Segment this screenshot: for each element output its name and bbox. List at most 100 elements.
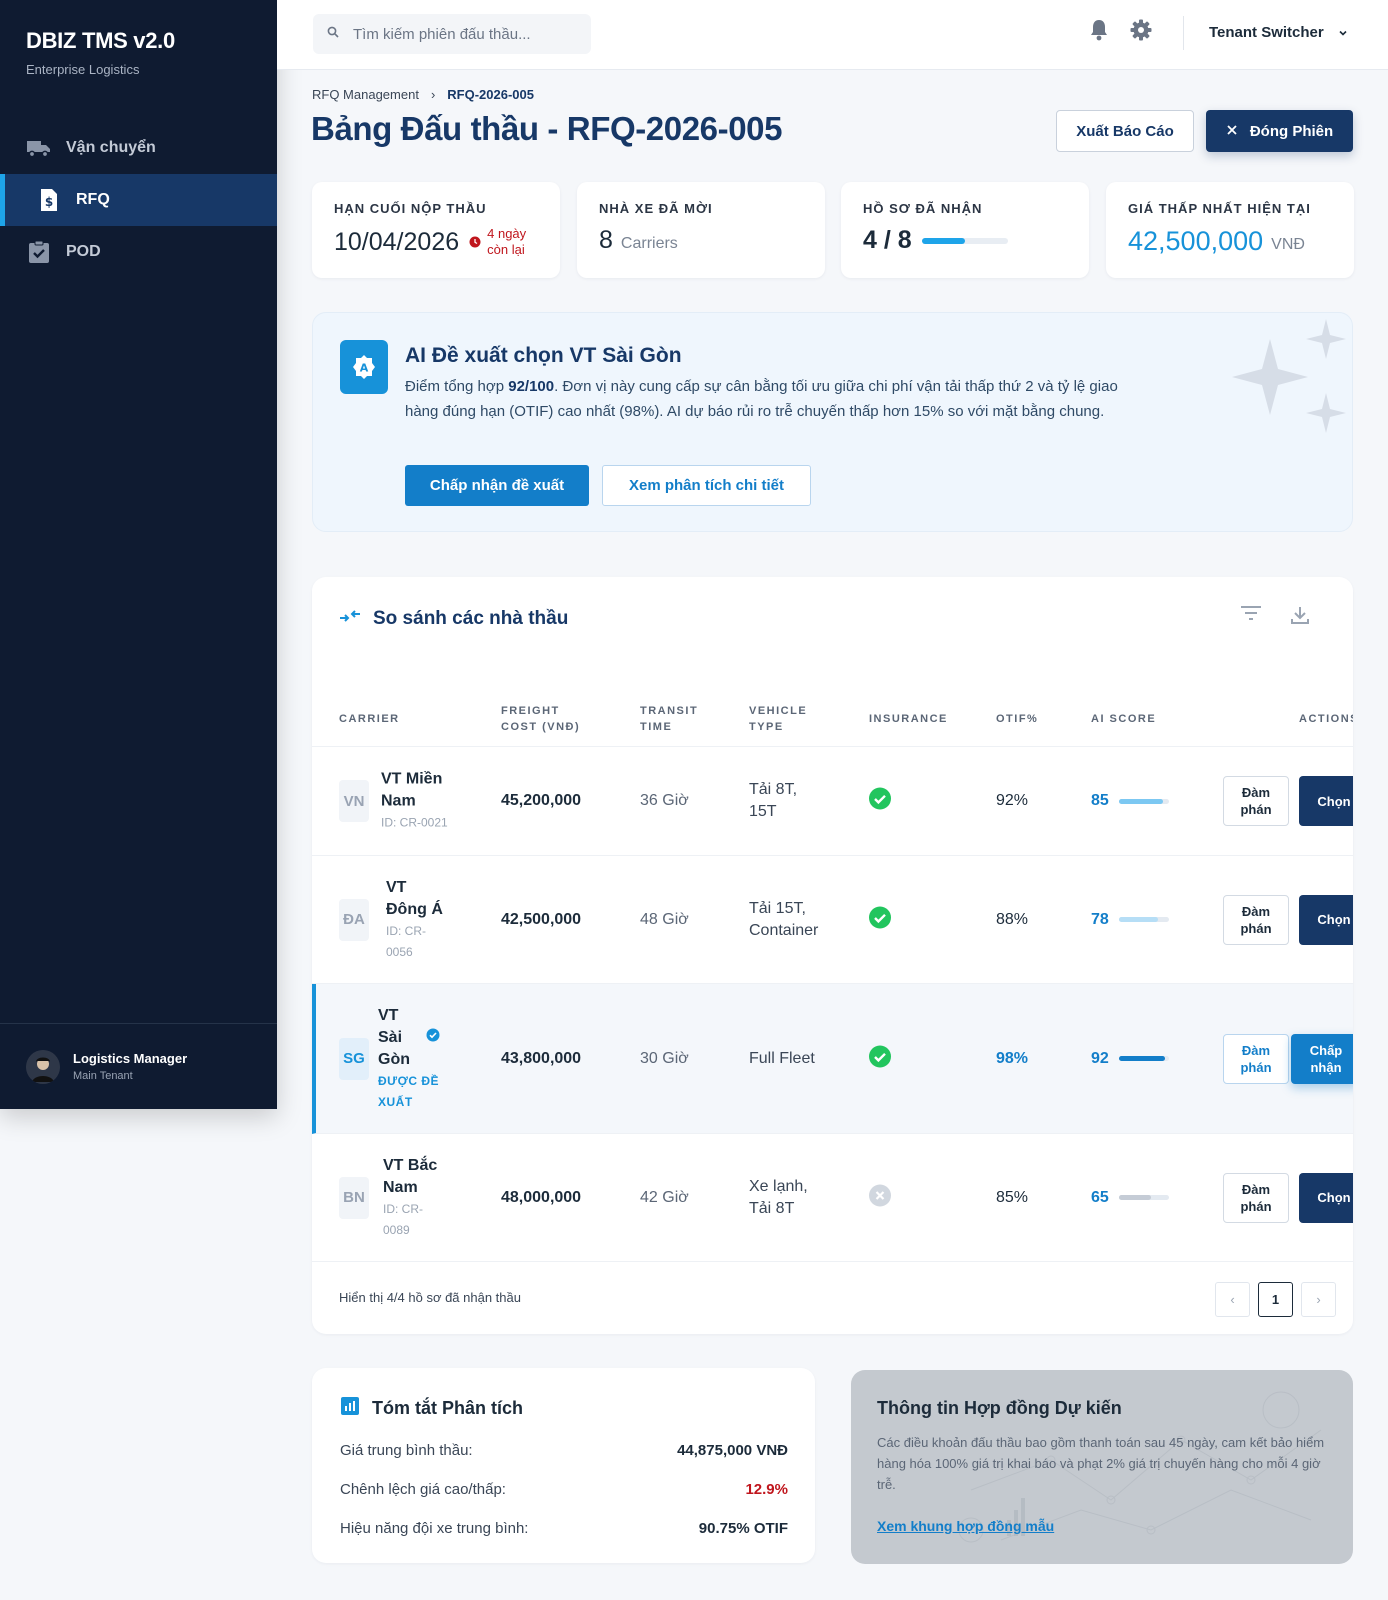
pagination-prev-button[interactable]: ‹ (1215, 1282, 1250, 1317)
ai-score-fill (1118, 798, 1163, 804)
transit-time: 42 Giờ (640, 1188, 689, 1206)
deadline-remaining-line2: còn lại (487, 242, 525, 257)
choose-label: Chọn (1317, 793, 1351, 809)
header-vehicle-line2: TYPE (749, 721, 784, 733)
top-icons (1089, 18, 1153, 47)
ai-badge-icon: A (340, 340, 388, 394)
view-contract-template-link[interactable]: Xem khung hợp đồng mẫu (877, 1518, 1054, 1534)
freight-cost: 45,200,000 (501, 792, 582, 809)
table-row[interactable]: ĐA VT Đông Á ID: CR- 0056 42,500,000 48 … (312, 856, 1353, 984)
choose-button[interactable]: Chọn (1299, 776, 1353, 826)
received-progress-bar (921, 237, 1008, 244)
tenant-switcher[interactable]: Tenant Switcher (1209, 24, 1348, 41)
sidebar-item-pod[interactable]: POD (0, 226, 277, 278)
accept-recommendation-button[interactable]: Chấp nhận đề xuất (405, 465, 589, 506)
vehicle-type-line1: Tải 8T, (749, 781, 798, 798)
transit-time: 30 Giờ (640, 1049, 689, 1067)
recommended-tag-line1: ĐƯỢC ĐỀ (378, 1073, 440, 1088)
ai-score: 78 (1091, 911, 1169, 929)
filter-icon[interactable] (1240, 605, 1262, 630)
view-analysis-button[interactable]: Xem phân tích chi tiết (602, 465, 811, 506)
table-tools (1240, 605, 1310, 630)
carrier-info: VT Bắc Nam ID: CR- 0089 (383, 1155, 437, 1241)
freight-cost: 42,500,000 (501, 910, 582, 928)
stat-label: NHÀ XE ĐÃ MỜI (599, 201, 713, 216)
export-report-button[interactable]: Xuất Báo Cáo (1056, 110, 1194, 152)
header-otif[interactable]: OTIF% (996, 711, 1038, 727)
carrier-name-line1: VT (386, 878, 407, 896)
negotiate-button[interactable]: Đàm phán (1223, 776, 1289, 826)
table-row[interactable]: BN VT Bắc Nam ID: CR- 0089 48,000,000 42… (312, 1134, 1353, 1262)
accept-recommendation-label: Chấp nhận đề xuất (429, 477, 565, 494)
compare-arrows-icon (339, 607, 361, 631)
header-freight-line2: COST (VNĐ) (501, 721, 581, 733)
stat-value: 8 (599, 226, 613, 254)
close-session-button[interactable]: Đóng Phiên (1206, 110, 1353, 152)
carrier-id: ID: CR-0021 (381, 815, 448, 830)
chevron-down-icon (1338, 24, 1348, 41)
table-row-recommended[interactable]: SG VT Sài Gòn ĐƯỢC ĐỀ XUẤT 43,800,000 30… (312, 984, 1353, 1134)
sidebar-item-van-chuyen[interactable]: Vận chuyển (0, 122, 277, 174)
user-name: Logistics Manager (73, 1051, 188, 1066)
vehicle-type-line2: 15T (749, 803, 777, 820)
negotiate-button[interactable]: Đàm phán (1223, 1033, 1289, 1084)
choose-button[interactable]: Chọn (1299, 1172, 1353, 1223)
carrier-initials: VN (339, 780, 369, 822)
header-carrier[interactable]: CARRIER (339, 711, 400, 727)
breadcrumb-parent[interactable]: RFQ Management (312, 87, 419, 102)
transit-time: 48 Giờ (640, 910, 689, 928)
avatar (26, 1049, 60, 1084)
contract-info-card: Thông tin Hợp đồng Dự kiến Các điều khoả… (851, 1370, 1353, 1564)
header-freight-cost[interactable]: FREIGHT COST (VNĐ) (501, 703, 580, 735)
gear-icon[interactable] (1129, 18, 1153, 47)
close-session-label: Đóng Phiên (1249, 122, 1334, 140)
search-input[interactable] (353, 25, 573, 43)
negotiate-label-line1: Đàm (1241, 903, 1271, 919)
download-icon[interactable] (1290, 605, 1310, 630)
header-transit-time[interactable]: TRANSIT TIME (640, 703, 698, 735)
carrier-name-line1: VT Miền (381, 770, 443, 788)
summary-value: 12.9% (745, 1481, 788, 1498)
table-row[interactable]: VN VT Miền Nam ID: CR-0021 45,200,000 36… (312, 747, 1353, 856)
negotiate-button[interactable]: Đàm phán (1223, 1172, 1289, 1223)
user-profile[interactable]: Logistics Manager Main Tenant (0, 1023, 277, 1109)
vehicle-type-line2: Container (749, 921, 819, 939)
freight-cost: 48,000,000 (501, 1188, 582, 1206)
pagination-next-button[interactable]: › (1301, 1282, 1336, 1317)
summary-label: Giá trung bình thầu: (340, 1442, 473, 1459)
ai-score-value: 92 (1091, 1049, 1109, 1067)
sparkles-icon (1232, 319, 1346, 433)
sidebar-item-label: POD (66, 243, 101, 260)
bell-icon[interactable] (1089, 18, 1109, 47)
topbar: Tenant Switcher (277, 0, 1388, 70)
stat-deadline: HẠN CUỐI NỘP THẦU 10/04/2026 4 ngày còn … (312, 182, 560, 278)
pagination-page-button[interactable]: 1 (1258, 1282, 1293, 1317)
vehicle-type: Tải 8T, 15T (749, 779, 797, 823)
carrier-id-line1: ID: CR- (383, 1201, 423, 1216)
negotiate-label-line1: Đàm (1241, 785, 1271, 800)
carrier-info: VT Đông Á ID: CR- 0056 (386, 877, 443, 963)
view-analysis-label: Xem phân tích chi tiết (628, 477, 785, 494)
ai-desc-prefix: Điểm tổng hợp (405, 378, 509, 395)
carrier-id-line2: 0089 (383, 1222, 410, 1237)
vehicle-type-line1: Tải 15T, (749, 899, 806, 917)
header-vehicle-type[interactable]: VEHICLE TYPE (749, 703, 807, 735)
x-circle-icon (869, 1184, 891, 1211)
accept-carrier-button[interactable]: Chấp nhận (1291, 1033, 1353, 1084)
search-icon (327, 25, 339, 43)
choose-button[interactable]: Chọn (1299, 894, 1353, 945)
header-insurance[interactable]: INSURANCE (869, 711, 948, 727)
freight-cost: 43,800,000 (501, 1049, 582, 1067)
sidebar-item-rfq[interactable]: $ RFQ (0, 174, 277, 226)
ai-desc-score: 92/100 (508, 378, 555, 395)
comparison-title: So sánh các nhà thầu (339, 607, 568, 631)
search-box[interactable] (313, 14, 591, 54)
summary-row: Hiệu năng đội xe trung bình: 90.75% OTIF (340, 1520, 788, 1537)
ai-score-fill (1118, 1056, 1165, 1061)
breadcrumb-current: RFQ-2026-005 (447, 87, 534, 102)
received-progress-fill (921, 237, 965, 244)
ai-score: 85 (1091, 792, 1169, 810)
divider (1183, 16, 1184, 50)
negotiate-button[interactable]: Đàm phán (1223, 894, 1289, 945)
header-ai-score[interactable]: AI SCORE (1091, 711, 1156, 727)
